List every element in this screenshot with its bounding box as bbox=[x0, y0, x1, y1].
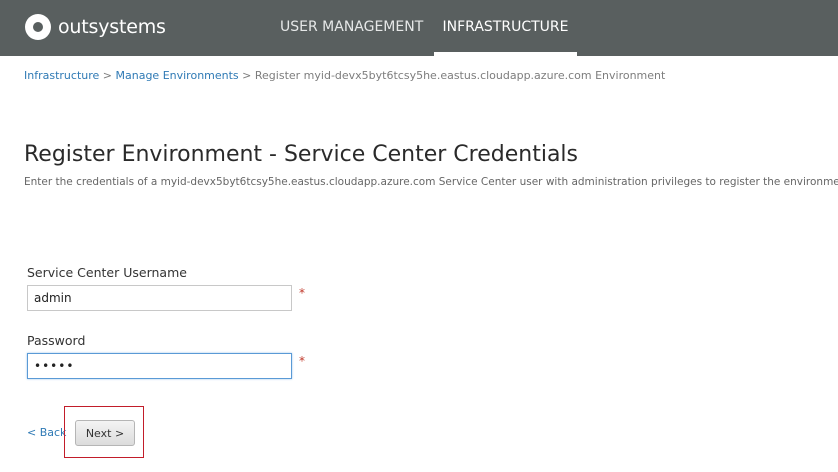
breadcrumb-separator: > bbox=[242, 69, 252, 82]
logo-text: outsystems bbox=[58, 16, 166, 38]
breadcrumb-link-manage-environments[interactable]: Manage Environments bbox=[116, 69, 239, 82]
required-marker: * bbox=[299, 354, 305, 368]
breadcrumb: Infrastructure > Manage Environments > R… bbox=[24, 69, 665, 82]
required-marker: * bbox=[299, 286, 305, 300]
page-title: Register Environment - Service Center Cr… bbox=[24, 142, 579, 167]
breadcrumb-current: Register myid-devx5byt6tcsy5he.eastus.cl… bbox=[254, 69, 666, 82]
password-input[interactable] bbox=[27, 353, 292, 379]
breadcrumb-link-infrastructure[interactable]: Infrastructure bbox=[24, 69, 99, 82]
tab-user-management[interactable]: USER MANAGEMENT bbox=[280, 0, 423, 56]
username-input[interactable] bbox=[27, 285, 292, 311]
username-label: Service Center Username bbox=[27, 265, 187, 280]
back-link[interactable]: < Back bbox=[27, 426, 66, 439]
outsystems-logo[interactable]: outsystems bbox=[25, 13, 166, 41]
page-subtitle: Enter the credentials of a myid-devx5byt… bbox=[24, 176, 838, 188]
tab-infrastructure[interactable]: INFRASTRUCTURE bbox=[434, 0, 577, 56]
logo-icon bbox=[25, 14, 51, 40]
top-navigation-bar: outsystems USER MANAGEMENT INFRASTRUCTUR… bbox=[0, 0, 838, 56]
breadcrumb-separator: > bbox=[102, 69, 112, 82]
password-label: Password bbox=[27, 333, 86, 348]
next-button[interactable]: Next > bbox=[75, 420, 135, 446]
